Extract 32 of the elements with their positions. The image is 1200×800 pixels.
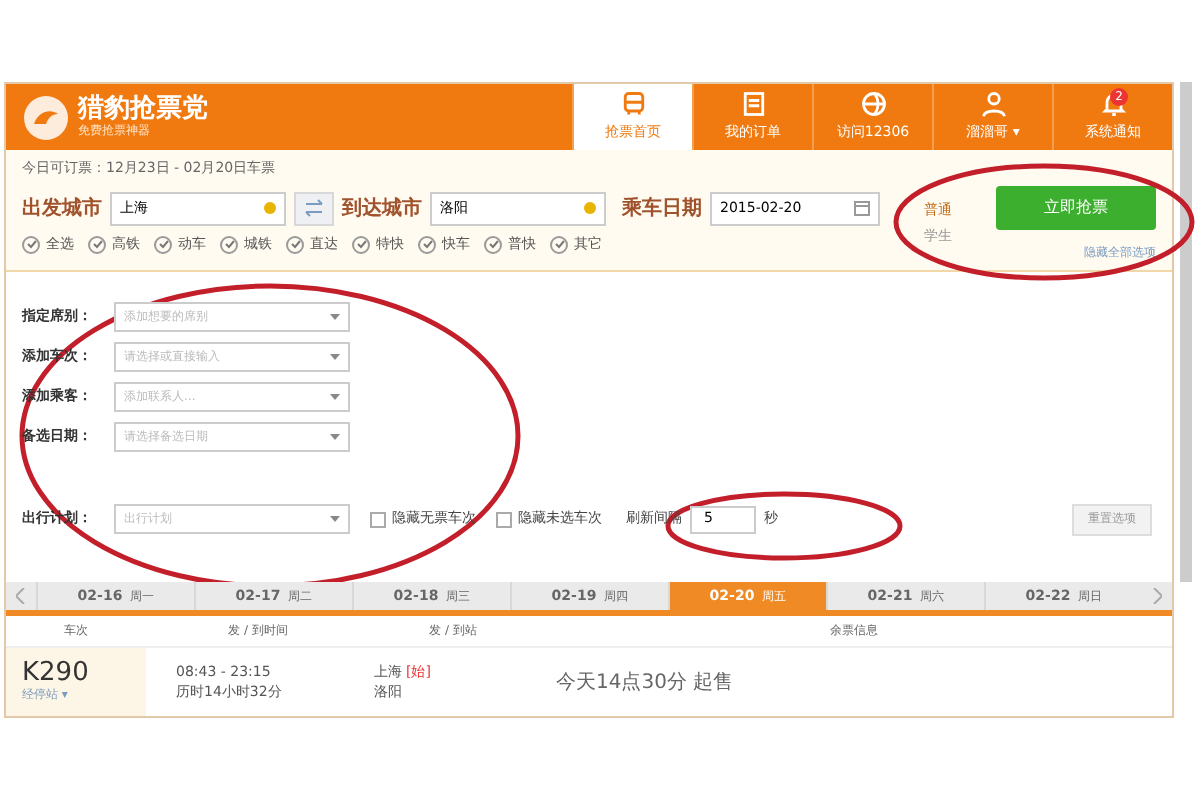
- field-label: 到达城市: [342, 194, 422, 224]
- caret-icon: [330, 313, 340, 319]
- bus-icon: [619, 90, 647, 119]
- bell-icon: [1099, 90, 1127, 119]
- checkbox[interactable]: [418, 235, 436, 253]
- caret-icon: [330, 516, 340, 522]
- globe-icon: [859, 90, 887, 119]
- calendar-icon: [854, 200, 870, 217]
- swap-arrows-icon: [304, 198, 324, 219]
- document-icon: [739, 90, 767, 119]
- checkbox[interactable]: [154, 235, 172, 253]
- grab-tickets-button[interactable]: 立即抢票: [996, 185, 1156, 229]
- checkbox[interactable]: [370, 511, 386, 527]
- swap-button[interactable]: [294, 191, 334, 226]
- caret-icon: [330, 353, 340, 359]
- sale-status: 今天14点30分 起售: [556, 669, 734, 697]
- checkbox[interactable]: [352, 235, 370, 253]
- checkbox[interactable]: [484, 235, 502, 253]
- app-title: 猎豹抢票党: [78, 96, 208, 122]
- checkbox[interactable]: [22, 235, 40, 253]
- user-icon: [979, 90, 1007, 119]
- field-label: 出发城市: [22, 194, 102, 224]
- caret-icon: [330, 393, 340, 399]
- checkbox[interactable]: [550, 235, 568, 253]
- checkbox[interactable]: [496, 511, 512, 527]
- leopard-logo-icon: [22, 93, 70, 141]
- caret-icon: [330, 433, 340, 439]
- train-number: K290: [22, 660, 91, 686]
- checkbox[interactable]: [286, 235, 304, 253]
- field-label: 乘车日期: [622, 194, 702, 224]
- checkbox[interactable]: [88, 235, 106, 253]
- checkbox[interactable]: [220, 235, 238, 253]
